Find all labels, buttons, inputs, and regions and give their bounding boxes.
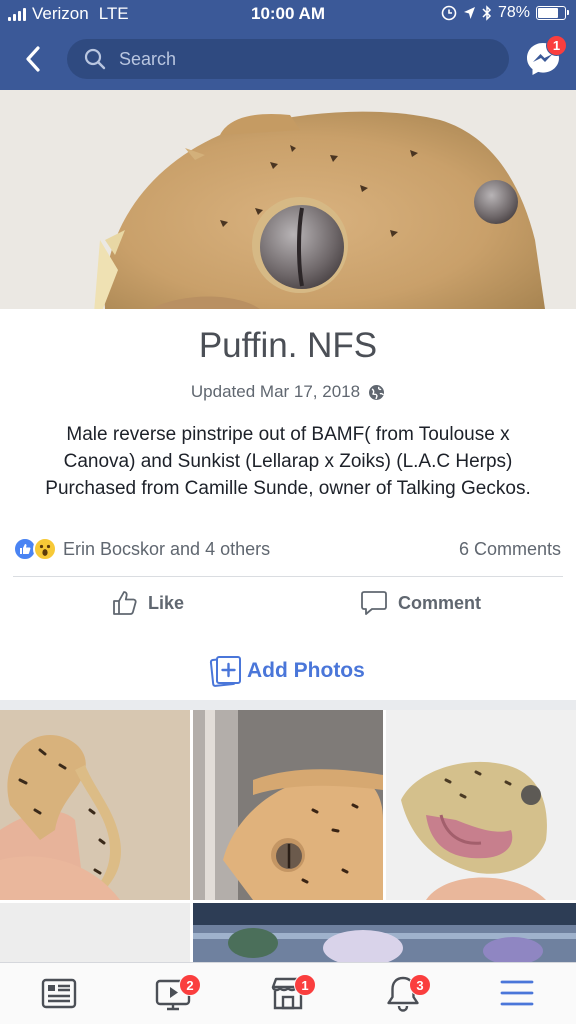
search-icon <box>84 48 106 70</box>
album-photo-1[interactable] <box>0 710 190 900</box>
comment-label: Comment <box>398 592 482 613</box>
battery-icon <box>536 6 569 20</box>
photo-5-image <box>193 903 576 963</box>
gecko-tongue-image <box>386 710 576 900</box>
comment-button[interactable]: Comment <box>360 590 481 616</box>
gecko-closeup-image <box>0 90 576 309</box>
album-description: Male reverse pinstripe out of BAMF( from… <box>45 424 531 499</box>
updated-date: Updated Mar 17, 2018 <box>190 382 361 401</box>
thumbs-up-icon <box>113 591 137 615</box>
album-cover-photo[interactable] <box>0 90 576 309</box>
gecko-on-hand-image <box>0 710 190 900</box>
chevron-left-icon <box>26 46 40 72</box>
hamburger-menu-icon <box>500 980 534 1006</box>
album-photo-5[interactable] <box>193 903 576 963</box>
search-input[interactable] <box>119 48 479 70</box>
tab-news-feed[interactable] <box>39 973 79 1013</box>
messenger-badge: 1 <box>546 35 567 56</box>
gecko-portrait-image <box>193 710 383 900</box>
wow-reaction-icon <box>33 537 57 561</box>
globe-icon <box>369 384 385 400</box>
marketplace-badge: 1 <box>294 974 316 996</box>
search-bar[interactable] <box>67 39 509 79</box>
comment-bubble-icon <box>361 591 387 615</box>
reactions-summary[interactable]: Erin Bocskor and 4 others <box>13 537 270 561</box>
photo-4-image <box>0 903 190 963</box>
news-feed-icon <box>41 978 77 1009</box>
top-navigation-bar: Verizon LTE 10:00 AM 78% 1 <box>0 0 576 90</box>
notifications-badge: 3 <box>409 974 431 996</box>
status-bar: Verizon LTE 10:00 AM 78% <box>0 0 576 30</box>
album-photo-2[interactable] <box>193 710 383 900</box>
add-photos-label: Add Photos <box>247 659 365 682</box>
back-button[interactable] <box>18 42 48 76</box>
add-photos-button[interactable]: Add Photos <box>209 654 365 688</box>
battery-percent: 78% <box>497 4 530 21</box>
battery-level <box>538 8 559 18</box>
watch-badge: 2 <box>179 974 201 996</box>
status-icons: 78% <box>441 4 569 22</box>
album-photo-3[interactable] <box>386 710 576 900</box>
album-photo-4[interactable] <box>0 903 190 963</box>
album-updated-row: Updated Mar 17, 2018 <box>0 382 576 402</box>
like-button[interactable]: Like <box>112 590 184 616</box>
reaction-names: Erin Bocskor and 4 others <box>63 538 271 559</box>
section-separator <box>0 700 576 710</box>
screen-lock-icon <box>441 5 457 21</box>
bottom-tab-bar: 2 1 3 <box>0 962 576 1024</box>
add-photo-icon <box>209 656 241 687</box>
comments-count-link[interactable]: 6 Comments <box>459 539 561 560</box>
tab-menu[interactable] <box>497 973 537 1013</box>
bluetooth-icon <box>482 5 492 21</box>
divider <box>13 576 563 577</box>
like-label: Like <box>148 592 185 613</box>
location-icon <box>463 7 475 19</box>
album-title: Puffin. NFS <box>198 326 378 365</box>
